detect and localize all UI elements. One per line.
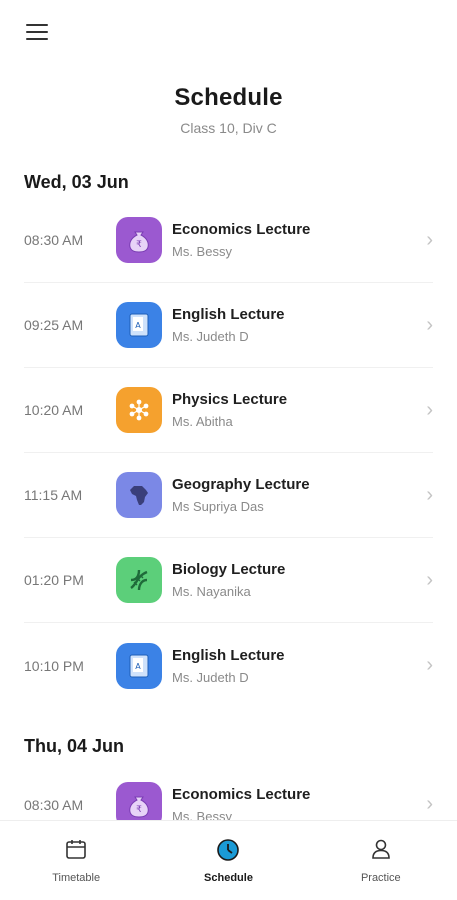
lecture-row[interactable]: 08:30 AM ₹ Economics Lecture Ms. Bessy › [24,198,433,283]
lecture-name: Economics Lecture [172,221,311,238]
chevron-right-icon: › [426,483,433,506]
teacher-name: Ms. Judeth D [172,329,249,344]
chevron-right-icon: › [426,568,433,591]
teacher-name: Ms. Bessy [172,808,232,821]
day-heading: Thu, 04 Jun [24,736,125,756]
lecture-row[interactable]: 10:20 AM Physics Lecture Ms. Abitha › [24,368,433,453]
nav-tab-practice[interactable]: Practice [321,838,441,884]
lecture-time: 08:30 AM [24,232,84,248]
teacher-name: Ms. Judeth D [172,669,249,685]
teacher-name: Ms. Abitha [172,414,233,429]
lecture-name: English Lecture [172,306,285,323]
teacher-name: Ms Supriya Das [172,499,264,514]
chevron-right-icon: › [426,654,433,676]
hamburger-menu-icon[interactable] [26,24,48,42]
chevron-right-icon: › [426,313,433,336]
rupee-bag-icon: ₹ [116,781,162,820]
lecture-time: 11:15 AM [24,487,83,503]
teacher-name: Ms. Bessy [172,244,232,259]
class-subtitle: Class 10, Div C [180,120,277,136]
chevron-right-icon: › [426,228,433,251]
nav-tab-schedule[interactable]: Schedule [168,838,288,884]
lecture-time: 01:20 PM [24,572,84,588]
rupee-bag-icon: ₹ [116,217,162,263]
lecture-time: 09:25 AM [24,317,84,333]
nav-label: Practice [360,871,401,884]
lecture-name: Geography Lecture [172,476,310,493]
calendar-icon [16,838,136,864]
lecture-row[interactable]: 10:10 PM A English Lecture Ms. Judeth D … [24,623,433,708]
bottom-navigation: Timetable Schedule Practice [0,820,457,900]
chevron-right-icon: › [426,398,433,421]
teacher-name: Ms. Nayanika [172,584,251,599]
book-icon: A [116,302,162,348]
lecture-name: Biology Lecture [172,561,286,578]
day-heading: Wed, 03 Jun [24,172,129,192]
page-header: Schedule Class 10, Div C [0,84,457,136]
lecture-row[interactable]: 08:30 AM ₹ Economics Lecture Ms. Bessy › [24,762,433,820]
africa-map-icon [116,472,162,518]
page-title: Schedule [174,84,283,111]
lecture-name: Physics Lecture [172,391,288,408]
day-section: Thu, 04 Jun 08:30 AM ₹ Economics Lecture… [0,730,457,820]
schedule-list[interactable]: Wed, 03 Jun 08:30 AM ₹ Economics Lecture… [0,164,457,820]
clock-icon [168,838,288,864]
lecture-row[interactable]: 11:15 AM Geography Lecture Ms Supriya Da… [24,453,433,538]
lecture-name: English Lecture [172,646,285,664]
screen: Schedule Class 10, Div C Wed, 03 Jun 08:… [0,0,457,900]
svg-text:₹: ₹ [136,805,142,815]
book-icon: A [116,642,162,689]
lecture-row[interactable]: 01:20 PM Biology Lecture Ms. Nayanika › [24,538,433,623]
svg-text:A: A [135,662,141,671]
nav-label: Timetable [52,871,101,884]
person-icon [321,838,441,864]
lecture-time: 10:20 AM [24,402,84,418]
lecture-row[interactable]: 09:25 AM A English Lecture Ms. Judeth D … [24,283,433,368]
nav-tab-timetable[interactable]: Timetable [16,838,136,884]
chevron-right-icon: › [426,793,433,815]
dna-icon [116,557,162,603]
day-section: Wed, 03 Jun 08:30 AM ₹ Economics Lecture… [0,166,457,708]
lecture-name: Economics Lecture [172,785,311,803]
lecture-time: 08:30 AM [24,796,84,813]
atom-icon [116,387,162,433]
svg-text:₹: ₹ [136,240,142,250]
svg-text:A: A [135,321,141,330]
lecture-time: 10:10 PM [24,657,84,674]
nav-label: Schedule [204,871,253,884]
